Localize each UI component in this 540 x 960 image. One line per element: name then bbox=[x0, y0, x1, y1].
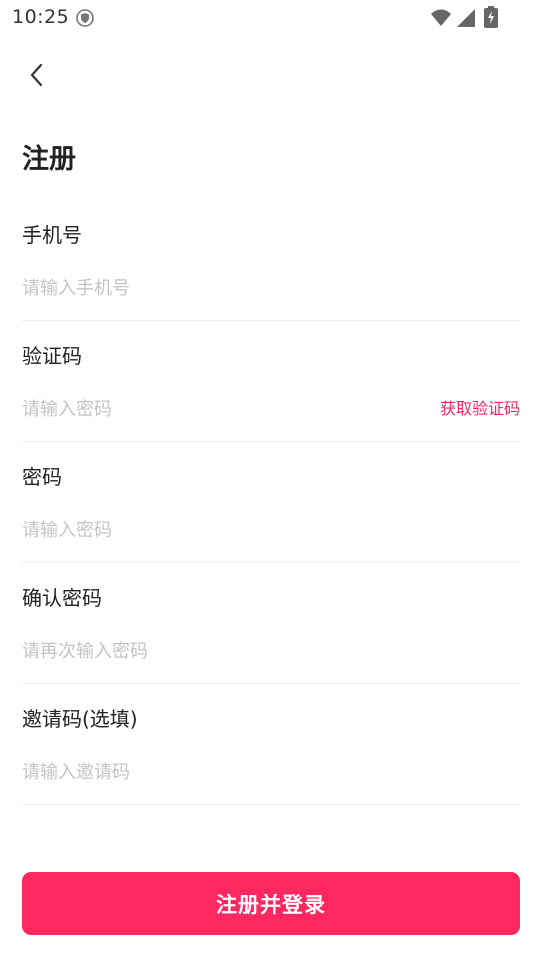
page-title: 注册 bbox=[22, 144, 76, 175]
password-field: 密码 bbox=[22, 442, 520, 563]
confirm-password-label: 确认密码 bbox=[22, 586, 102, 610]
status-bar: 10:25 bbox=[0, 0, 540, 38]
chevron-left-icon bbox=[30, 63, 43, 87]
invite-code-input[interactable] bbox=[22, 756, 402, 788]
get-verification-code-button[interactable]: 获取验证码 bbox=[440, 397, 520, 421]
password-label: 密码 bbox=[22, 465, 62, 489]
phone-field: 手机号 bbox=[22, 200, 520, 321]
shield-icon bbox=[76, 9, 94, 27]
confirm-password-input[interactable] bbox=[22, 635, 402, 667]
invite-code-label: 邀请码(选填) bbox=[22, 707, 138, 731]
password-input[interactable] bbox=[22, 514, 402, 546]
battery-charging-icon bbox=[484, 6, 498, 28]
status-time: 10:25 bbox=[12, 6, 70, 28]
register-and-login-button[interactable]: 注册并登录 bbox=[22, 872, 520, 935]
register-form: 手机号 验证码 获取验证码 密码 确认密码 邀请码(选填) bbox=[22, 200, 520, 805]
back-button[interactable] bbox=[18, 56, 56, 94]
confirm-password-field: 确认密码 bbox=[22, 563, 520, 684]
phone-input[interactable] bbox=[22, 272, 402, 304]
wifi-icon bbox=[431, 9, 451, 26]
invite-code-field: 邀请码(选填) bbox=[22, 684, 520, 805]
verification-code-field: 验证码 获取验证码 bbox=[22, 321, 520, 442]
phone-label: 手机号 bbox=[22, 223, 82, 247]
signal-icon bbox=[457, 9, 475, 27]
verification-code-input[interactable] bbox=[22, 393, 402, 425]
verification-code-label: 验证码 bbox=[22, 344, 82, 368]
